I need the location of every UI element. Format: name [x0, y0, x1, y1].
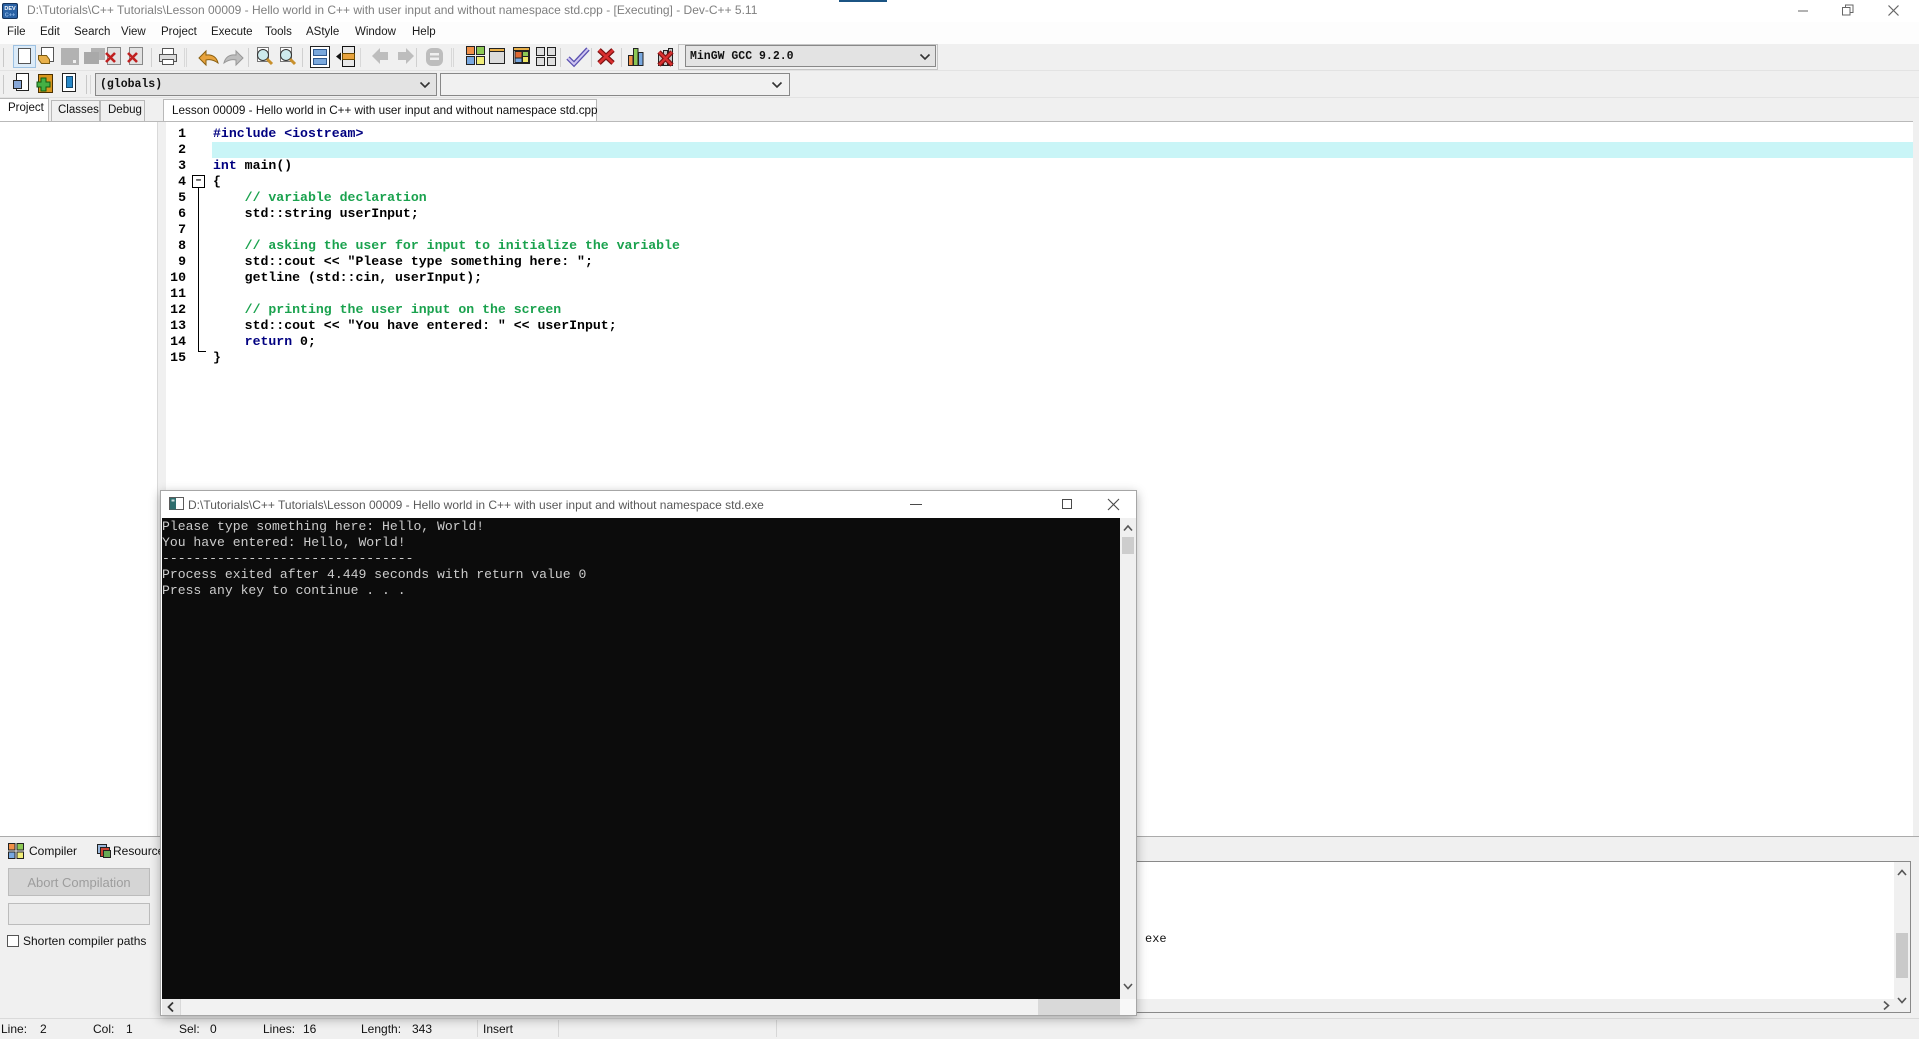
svg-text:DEV: DEV: [4, 6, 16, 12]
svg-text:C++: C++: [5, 13, 15, 19]
